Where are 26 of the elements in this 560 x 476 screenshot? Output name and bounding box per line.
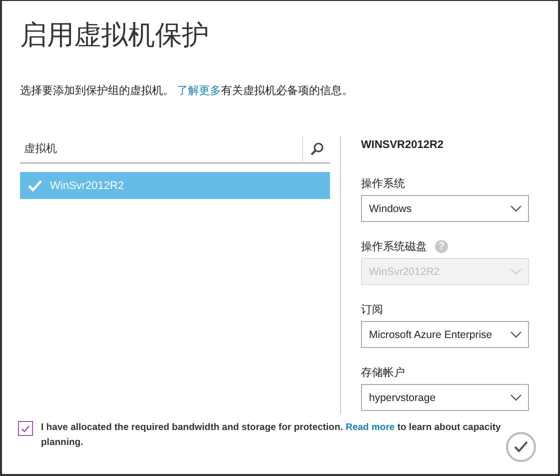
description-text: 选择要添加到保护组的虚拟机。 了解更多有关虚拟机必备项的信息。 xyxy=(20,84,354,98)
dropdown[interactable]: hypervstorage xyxy=(361,384,529,411)
field-label: 操作系统磁盘 xyxy=(361,240,427,254)
chevron-down-icon xyxy=(510,205,522,212)
dialog-title: 启用虚拟机保护 xyxy=(20,19,210,52)
chevron-down-icon xyxy=(510,331,522,338)
checkmark-icon xyxy=(21,424,30,432)
field-label: 操作系统 xyxy=(361,176,405,190)
dropdown[interactable]: Microsoft Azure Enterprise xyxy=(361,321,529,348)
search-button[interactable] xyxy=(302,136,330,164)
chevron-down-icon xyxy=(510,394,522,401)
chevron-down-icon xyxy=(510,268,522,275)
field-label: 订阅 xyxy=(361,302,383,316)
search-field[interactable]: 虚拟机 xyxy=(20,136,302,164)
dropdown[interactable]: Windows xyxy=(361,195,529,222)
search-icon xyxy=(310,142,324,156)
confirm-button[interactable] xyxy=(506,432,536,462)
learn-more-link[interactable]: 了解更多 xyxy=(177,85,222,97)
checkmark-icon xyxy=(514,441,528,453)
checkmark-icon xyxy=(28,180,42,192)
read-more-link[interactable]: Read more xyxy=(346,422,395,433)
vm-heading: WINSVR2012R2 xyxy=(361,139,445,151)
checkbox[interactable] xyxy=(18,421,33,436)
field-label: 存储帐户 xyxy=(361,366,405,380)
vm-name: WinSvr2012R2 xyxy=(50,180,124,192)
agreement-text: I have allocated the required bandwidth and storage for protection. Read more to learn about capacity planning. xyxy=(41,421,502,450)
